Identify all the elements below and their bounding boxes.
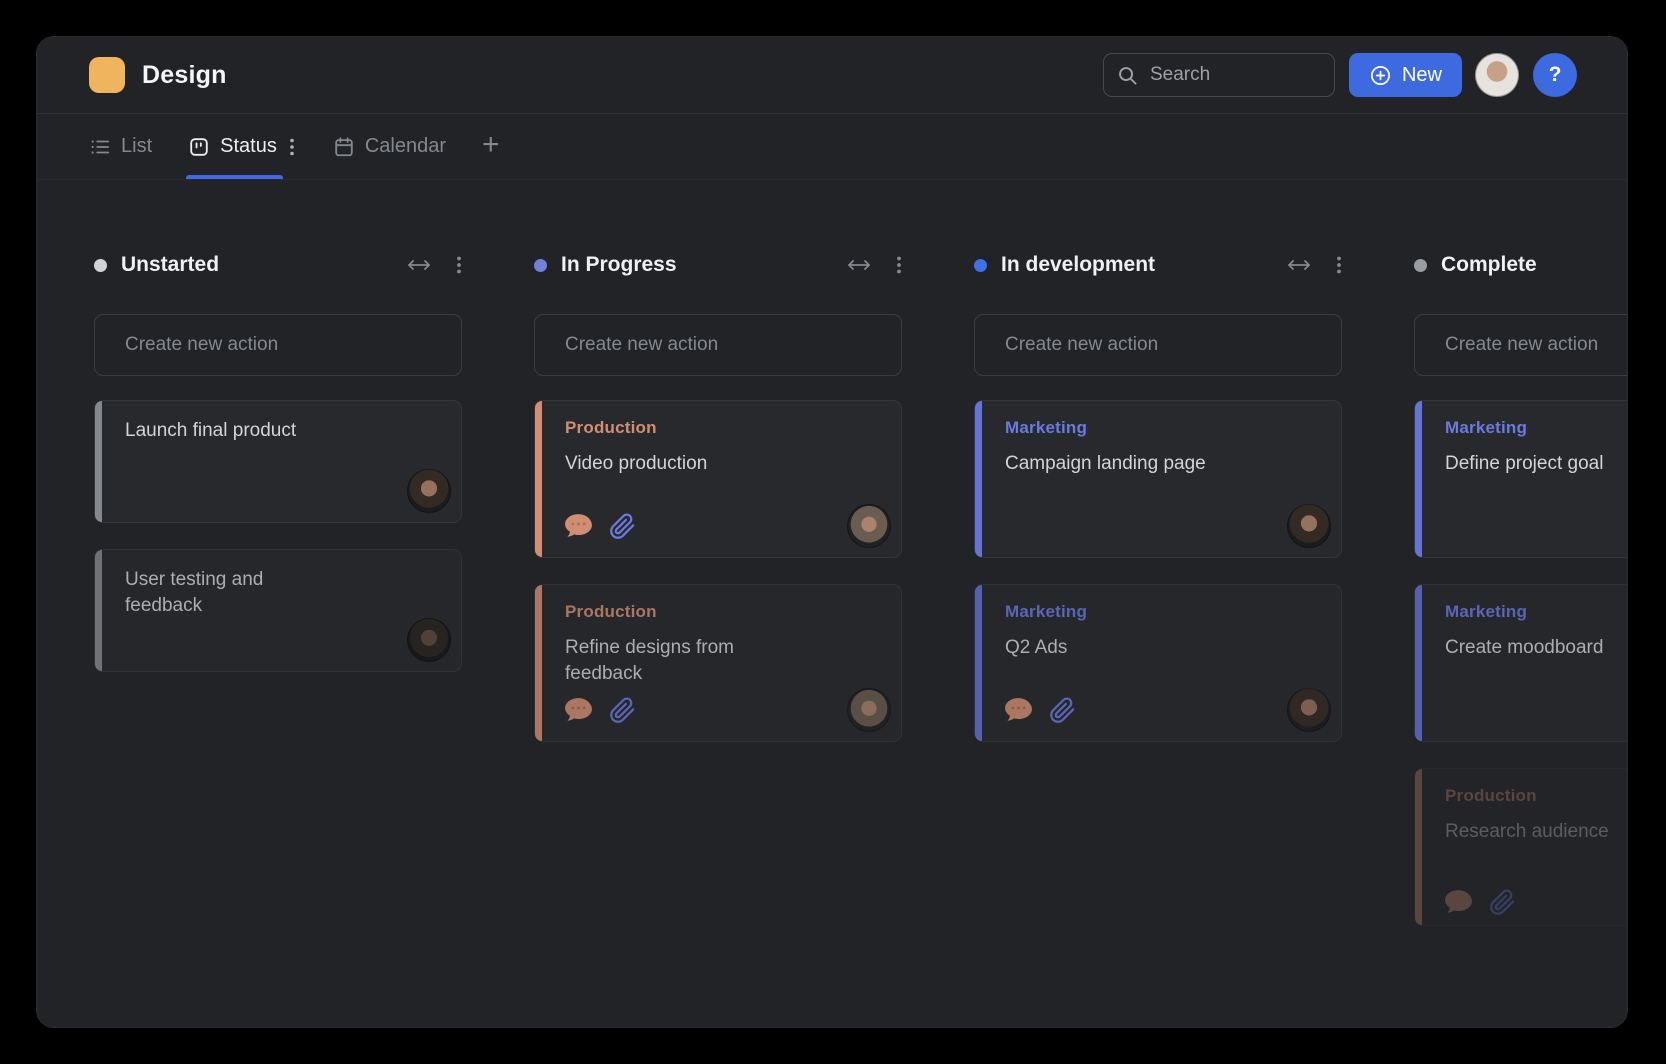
card-accent-bar (95, 550, 102, 671)
tab-status-label: Status (220, 135, 277, 158)
page-title: Design (142, 61, 227, 90)
column-complete: Complete Create new action Marketing Def… (1414, 251, 1628, 1028)
card-label: Production (565, 602, 883, 622)
card-accent-bar (975, 585, 982, 741)
kanban-board-icon (188, 136, 210, 158)
attachment-icon (1049, 697, 1076, 724)
task-card[interactable]: Launch final product (94, 400, 462, 523)
assignee-avatar (1287, 688, 1331, 732)
task-card[interactable]: User testing and feedback (94, 549, 462, 672)
status-dot (1414, 259, 1427, 272)
column-resize-icon[interactable] (404, 258, 434, 272)
create-action-button[interactable]: Create new action (94, 314, 462, 376)
assignee-avatar (407, 469, 451, 513)
column-menu-icon[interactable] (1336, 254, 1342, 276)
card-accent-bar (1415, 585, 1422, 741)
column-unstarted: Unstarted Create new action Launch final… (94, 251, 462, 1028)
card-title: Campaign landing page (1005, 451, 1225, 477)
card-title: Define project goal (1445, 451, 1628, 477)
tab-calendar[interactable]: Calendar (333, 114, 446, 179)
card-title: Research audience (1445, 819, 1628, 845)
search-input[interactable] (1148, 63, 1321, 87)
column-resize-icon[interactable] (1284, 258, 1314, 272)
card-title: Q2 Ads (1005, 635, 1225, 661)
card-accent-bar (1415, 401, 1422, 557)
card-title: Launch final product (125, 418, 345, 444)
card-label: Marketing (1445, 418, 1628, 438)
attachment-icon (609, 513, 636, 540)
plus-circle-icon (1369, 64, 1392, 87)
task-card[interactable]: Marketing Q2 Ads (974, 584, 1342, 742)
card-label: Production (565, 418, 883, 438)
card-title: Create moodboard (1445, 635, 1628, 661)
help-button[interactable]: ? (1533, 53, 1577, 97)
comment-icon (563, 696, 594, 724)
tab-list[interactable]: List (89, 114, 152, 179)
tab-list-label: List (121, 135, 152, 158)
new-button[interactable]: New (1349, 53, 1462, 97)
assignee-avatar (847, 688, 891, 732)
assignee-avatar (1287, 504, 1331, 548)
status-dot (534, 259, 547, 272)
card-title: Video production (565, 451, 785, 477)
search-box[interactable] (1103, 53, 1335, 97)
user-avatar[interactable] (1475, 53, 1519, 97)
column-menu-icon[interactable] (456, 254, 462, 276)
app-window: Design New ? List Status (36, 36, 1628, 1028)
column-in-progress: In Progress Create new action Production… (534, 251, 902, 1028)
task-card[interactable]: Marketing Define project goal (1414, 400, 1628, 558)
kanban-board: Unstarted Create new action Launch final… (37, 180, 1627, 1028)
card-accent-bar (535, 401, 542, 557)
create-action-button[interactable]: Create new action (974, 314, 1342, 376)
project-icon[interactable] (89, 57, 125, 93)
create-action-button[interactable]: Create new action (534, 314, 902, 376)
search-icon (1117, 65, 1138, 86)
assignee-avatar (847, 504, 891, 548)
card-title: User testing and feedback (125, 567, 345, 618)
tab-status-menu-icon[interactable] (287, 134, 297, 160)
task-card[interactable]: Production Refine designs from feedback (534, 584, 902, 742)
app-header: Design New ? (37, 37, 1627, 114)
card-accent-bar (975, 401, 982, 557)
tab-calendar-label: Calendar (365, 135, 446, 158)
status-dot (974, 259, 987, 272)
attachment-icon (1489, 889, 1516, 916)
task-card[interactable]: Production Research audience (1414, 768, 1628, 926)
card-title: Refine designs from feedback (565, 635, 785, 686)
comment-icon (563, 512, 594, 540)
view-tabbar: List Status Calendar + (37, 114, 1627, 180)
card-accent-bar (1415, 769, 1422, 925)
comment-icon (1003, 696, 1034, 724)
column-title: In development (1001, 253, 1155, 277)
column-resize-icon[interactable] (844, 258, 874, 272)
task-card[interactable]: Marketing Campaign landing page (974, 400, 1342, 558)
column-menu-icon[interactable] (896, 254, 902, 276)
card-label: Production (1445, 786, 1628, 806)
card-label: Marketing (1005, 602, 1323, 622)
card-label: Marketing (1445, 602, 1628, 622)
column-title: In Progress (561, 253, 677, 277)
task-card[interactable]: Marketing Create moodboard (1414, 584, 1628, 742)
column-title: Complete (1441, 253, 1537, 277)
card-accent-bar (535, 585, 542, 741)
assignee-avatar (407, 618, 451, 662)
column-in-development: In development Create new action Marketi… (974, 251, 1342, 1028)
calendar-icon (333, 136, 355, 158)
add-view-button[interactable]: + (482, 130, 500, 164)
help-label: ? (1549, 63, 1562, 87)
attachment-icon (609, 697, 636, 724)
list-icon (89, 136, 111, 158)
comment-icon (1443, 888, 1474, 916)
card-accent-bar (95, 401, 102, 522)
column-title: Unstarted (121, 253, 219, 277)
tab-status[interactable]: Status (188, 114, 297, 179)
task-card[interactable]: Production Video production (534, 400, 902, 558)
create-action-button[interactable]: Create new action (1414, 314, 1628, 376)
status-dot (94, 259, 107, 272)
new-button-label: New (1402, 64, 1442, 87)
card-label: Marketing (1005, 418, 1323, 438)
